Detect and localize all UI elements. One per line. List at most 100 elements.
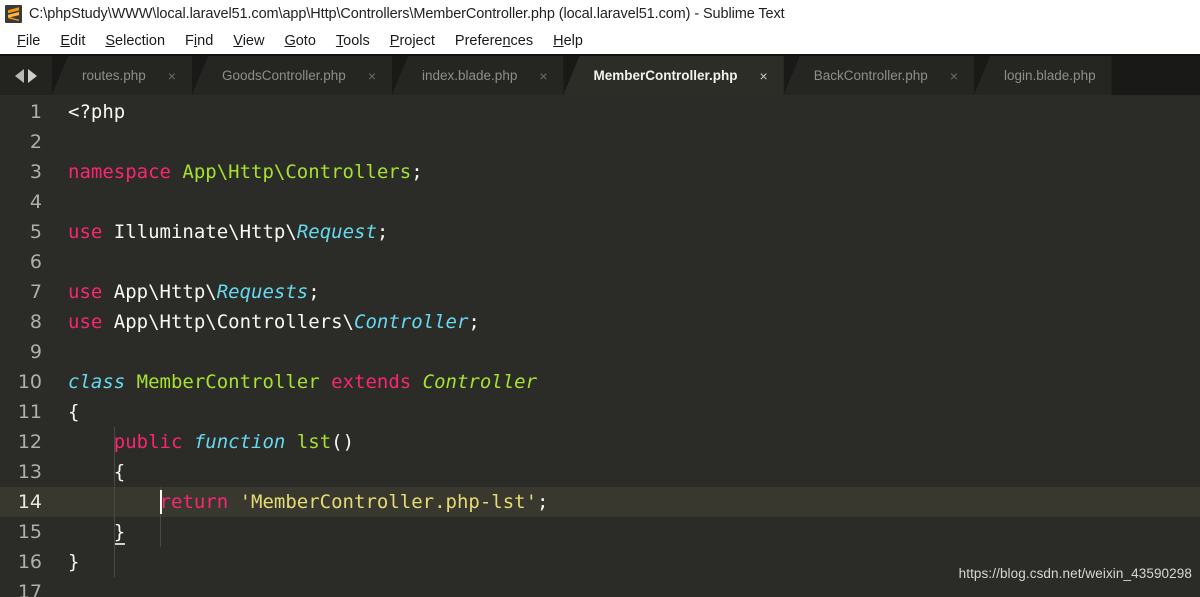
line-number: 13 [17,461,42,483]
line-number: 2 [29,131,42,153]
code-line[interactable]: 7 use App\Http\Requests; [0,277,1200,307]
line-number: 5 [29,221,42,243]
code-text: use App\Http\Controllers\Controller; [52,307,480,337]
menu-item-tools[interactable]: Tools [327,31,379,51]
code-token: App\Http\ [113,281,217,303]
code-token: Controller [422,371,538,393]
tab-backcontroller-php[interactable]: BackController.php × [783,56,974,95]
code-token: App\Http\Controllers [182,161,412,183]
code-text: { [52,397,79,427]
code-line[interactable]: 5 use Illuminate\Http\Request; [0,217,1200,247]
text-caret [159,490,162,514]
menu-item-edit[interactable]: Edit [51,31,94,51]
tab-close-icon[interactable]: × [760,69,768,83]
code-line[interactable]: 6 [0,247,1200,277]
tab-index-blade-php[interactable]: index.blade.php × [392,56,564,95]
code-text: } [52,547,79,577]
code-token: return [159,491,229,513]
line-number: 10 [17,371,42,393]
tab-close-icon[interactable]: × [368,69,376,83]
code-line[interactable]: 13 { [0,457,1200,487]
menu-item-view[interactable]: View [224,31,273,51]
menu-item-preferences[interactable]: Preferences [446,31,542,51]
code-lines: 1 <?php 2 3 namespace App\Http\Controllers; 4… [0,95,1200,597]
code-line[interactable]: 12 public function lst() [0,427,1200,457]
code-line[interactable]: 1 <?php [0,97,1200,127]
code-token: App\Http\Controllers\ [113,311,354,333]
menu-item-selection[interactable]: Selection [96,31,174,51]
tab-login-blade-php[interactable]: login.blade.php [974,56,1112,95]
sublime-text-logo-icon [5,5,22,23]
code-token: () [331,431,355,453]
tab-label: MemberController.php [593,68,738,83]
tab-close-icon[interactable]: × [950,69,958,83]
line-number: 16 [17,551,42,573]
code-line[interactable]: 9 [0,337,1200,367]
code-text: class MemberController extends Controlle… [52,367,537,397]
code-token: } [113,521,126,545]
code-token: { [113,461,126,483]
code-line[interactable]: 3 namespace App\Http\Controllers; [0,157,1200,187]
code-line[interactable]: 4 [0,187,1200,217]
tab-close-icon[interactable]: × [539,69,547,83]
code-token: use [68,311,103,333]
code-line[interactable]: 8 use App\Http\Controllers\Controller; [0,307,1200,337]
code-token: namespace [68,161,171,183]
code-line[interactable]: 14 return 'MemberController.php-lst'; [0,487,1200,517]
code-token: use [68,221,103,243]
line-number: 1 [29,101,42,123]
code-line[interactable]: 15 } [0,517,1200,547]
menu-bar: File Edit Selection Find View Goto Tools Projec… [0,28,1200,56]
line-number: 9 [29,341,42,363]
code-line[interactable]: 11 { [0,397,1200,427]
code-token: ; [468,311,480,333]
tab-goodscontroller-php[interactable]: GoodsController.php × [191,56,392,95]
tab-membercontroller-php[interactable]: MemberController.php × [563,56,784,95]
code-text: use App\Http\Requests; [52,277,320,307]
chevron-right-icon[interactable] [28,68,37,83]
code-token: Request [296,221,377,243]
code-token: function [193,431,286,453]
code-token: use [68,281,103,303]
menu-item-goto[interactable]: Goto [275,31,324,51]
code-token: class [68,371,126,393]
menu-item-help[interactable]: Help [544,31,592,51]
code-text: public function lst() [52,427,354,457]
code-text: <?php [52,97,125,127]
code-editor[interactable]: 1 <?php 2 3 namespace App\Http\Controllers; 4… [0,95,1200,597]
tab-label: BackController.php [813,68,928,83]
code-token: Illuminate\Http\ [113,221,297,243]
code-token: public [113,431,183,453]
code-line[interactable]: 2 [0,127,1200,157]
code-text: use Illuminate\Http\Request; [52,217,388,247]
code-token: ; [537,491,549,513]
code-token: Controller [354,311,469,333]
code-token: MemberController [136,371,320,393]
line-number: 8 [29,311,42,333]
tab-bar: routes.php × GoodsController.php × index.bla… [0,56,1200,95]
menu-item-find[interactable]: Find [176,31,222,51]
line-number: 12 [17,431,42,453]
code-line[interactable]: 10 class MemberController extends Control… [0,367,1200,397]
line-number: 7 [29,281,42,303]
code-token: ; [411,161,423,183]
tab-label: login.blade.php [1004,68,1096,83]
line-number: 14 [17,491,42,513]
tab-routes-php[interactable]: routes.php × [52,56,192,95]
code-token: } [68,551,80,573]
code-token: ; [376,221,389,243]
code-text: return 'MemberController.php-lst'; [52,487,549,517]
tab-close-icon[interactable]: × [168,69,176,83]
menu-item-project[interactable]: Project [381,31,444,51]
code-token: extends [331,371,412,393]
chevron-left-icon[interactable] [15,68,24,83]
code-token: lst [296,431,332,453]
menu-item-file[interactable]: File [8,31,49,51]
